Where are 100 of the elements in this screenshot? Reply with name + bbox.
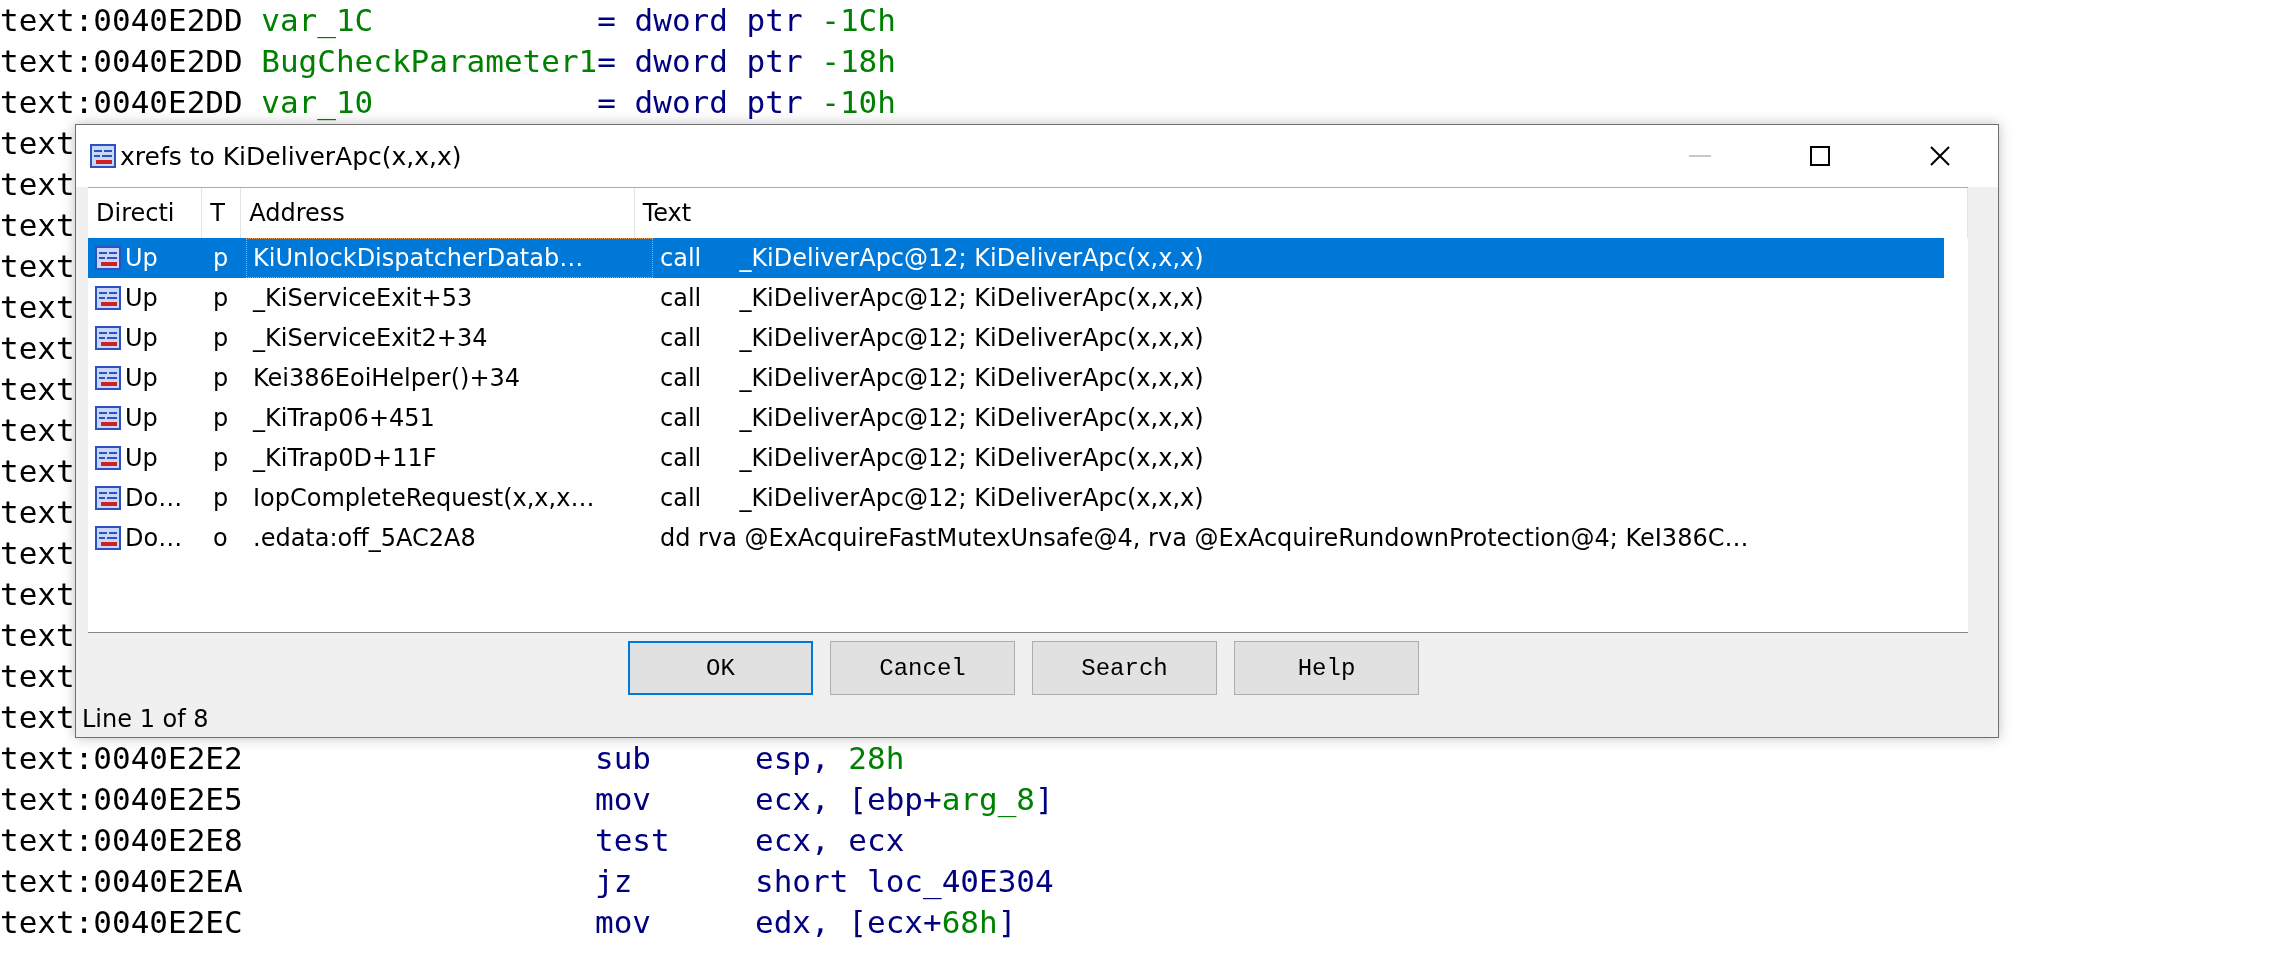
code-address: text:0040E2DD (0, 42, 244, 81)
variable-name: BugCheckParameter1 (261, 42, 598, 81)
xref-row[interactable]: Do… p IopCompleteRequest(x,x,x… call _KiDeliverApc@12; KiDeliverApc(x,x,x) (88, 478, 1944, 518)
direction-cell: Do… (125, 524, 183, 552)
code-address: text:0040E2E2 (0, 739, 244, 778)
type-cell-text: p (212, 243, 230, 274)
mnemonic: mov (595, 780, 652, 819)
direction-cell: Up (125, 284, 158, 312)
code-address: text (0, 452, 75, 491)
address-cell: KiUnlockDispatcherDatab… (246, 238, 653, 278)
code-address: text (0, 493, 75, 532)
direction-cell: Up (125, 324, 158, 352)
text-cell-text: call _KiDeliverApc@12; KiDeliverApc(x,x,x) (659, 323, 1205, 354)
variable-offset: -18h (821, 42, 896, 81)
type-cell-text: p (212, 363, 230, 394)
dialog-button[interactable]: Search (1032, 641, 1217, 695)
window-title: xrefs to KiDeliverApc(x,x,x) (120, 141, 463, 171)
type-cell-text: p (212, 403, 230, 434)
code-address: text (0, 616, 75, 655)
code-address: text:0040E2DD (0, 83, 244, 122)
address-cell-text: _KiTrap0D+11F (251, 443, 438, 474)
code-address: text (0, 370, 75, 409)
code-address: text (0, 657, 75, 696)
code-address: text (0, 575, 75, 614)
xref-icon (95, 486, 121, 510)
address-cell-text: _KiServiceExit2+34 (251, 323, 489, 354)
minimize-icon (1689, 155, 1711, 157)
mnemonic: sub (595, 739, 652, 778)
type-cell-text: p (212, 483, 230, 514)
mnemonic: jz (595, 862, 634, 901)
variable-type: = dword ptr (597, 1, 804, 40)
type-cell-text: o (212, 523, 229, 554)
mnemonic: mov (595, 903, 652, 942)
dialog-button[interactable]: OK (628, 641, 813, 695)
variable-name: var_1C (261, 1, 375, 41)
address-cell-text: _KiServiceExit+53 (251, 283, 474, 314)
xref-icon (95, 286, 121, 310)
code-address: text (0, 329, 75, 368)
xref-icon (95, 366, 121, 390)
direction-cell: Do… (125, 484, 183, 512)
mnemonic: test (595, 821, 671, 860)
code-address: text (0, 124, 75, 163)
type-cell-text: p (212, 443, 230, 474)
variable-type: = dword ptr (597, 83, 804, 122)
code-address: text (0, 698, 75, 737)
xref-row[interactable]: Up p _KiServiceExit2+34 call _KiDeliverApc@12; KiDeliverApc(x,x,x) (88, 318, 1944, 358)
xref-row[interactable]: Up p _KiTrap06+451 call _KiDeliverApc@12; KiDeliverApc(x,x,x) (88, 398, 1944, 438)
code-address: text (0, 165, 75, 204)
xref-row[interactable]: Up p _KiServiceExit+53 call _KiDeliverApc@12; KiDeliverApc(x,x,x) (88, 278, 1944, 318)
operands: short loc_40E304 (755, 862, 1054, 902)
code-address: text (0, 288, 75, 327)
code-address: text (0, 534, 75, 573)
direction-cell: Up (125, 404, 158, 432)
direction-cell: Up (125, 244, 158, 272)
xref-icon (95, 326, 121, 350)
address-cell-text: _KiTrap06+451 (251, 403, 436, 434)
xref-icon (90, 144, 116, 168)
code-address: text:0040E2EA (0, 862, 244, 901)
code-address: text (0, 247, 75, 286)
type-cell-text: p (212, 283, 230, 314)
maximize-icon (1810, 146, 1830, 166)
xref-row[interactable]: Up p Kei386EoiHelper()+34 call _KiDeliverApc@12; KiDeliverApc(x,x,x) (88, 358, 1944, 398)
direction-cell: Up (125, 364, 158, 392)
xref-row[interactable]: Up p _KiTrap0D+11F call _KiDeliverApc@12; KiDeliverApc(x,x,x) (88, 438, 1944, 478)
text-cell-text: call _KiDeliverApc@12; KiDeliverApc(x,x,x) (659, 403, 1205, 434)
xref-icon (95, 446, 121, 470)
status-text: Line 1 of 8 (81, 704, 210, 733)
code-address: text:0040E2E5 (0, 780, 244, 819)
direction-cell: Up (125, 444, 158, 472)
variable-offset: -10h (821, 83, 896, 122)
operands: ecx, ecx (755, 821, 905, 860)
type-cell-text: p (212, 323, 230, 354)
xref-row[interactable]: Do… o .edata:off_5AC2A8 dd rva @ExAcquireFastMutexUnsafe@4, rva @ExAcquireRundownProtection@4; KeI386C… (88, 518, 1944, 558)
xref-icon (95, 246, 121, 270)
text-cell-text: call _KiDeliverApc@12; KiDeliverApc(x,x,x) (659, 243, 1205, 274)
address-cell-text: IopCompleteRequest(x,x,x… (252, 483, 596, 514)
dialog-button[interactable]: Help (1234, 641, 1419, 695)
code-address: text:0040E2EC (0, 903, 244, 942)
address-cell-text: Kei386EoiHelper()+34 (252, 363, 522, 394)
operands: edx, [ecx+68h] (755, 903, 1017, 942)
xref-row[interactable]: Up p KiUnlockDispatcherDatab… call _KiDeliverApc@12; KiDeliverApc(x,x,x) (88, 238, 1944, 278)
xref-icon (95, 406, 121, 430)
close-icon (1930, 146, 1950, 166)
code-address: text (0, 411, 75, 450)
text-cell-text: dd rva @ExAcquireFastMutexUnsafe@4, rva @ExAcquireRundownProtection@4; KeI386C… (659, 523, 1750, 554)
xref-icon (95, 526, 121, 550)
operands: esp, 28h (755, 739, 905, 778)
variable-name: var_10 (261, 83, 375, 123)
text-cell-text: call _KiDeliverApc@12; KiDeliverApc(x,x,x) (659, 483, 1205, 514)
dialog-button[interactable]: Cancel (830, 641, 1015, 695)
address-cell-text: .edata:off_5AC2A8 (252, 523, 477, 554)
code-address: text (0, 206, 75, 245)
variable-offset: -1Ch (821, 1, 896, 40)
code-address: text:0040E2DD (0, 1, 244, 40)
variable-type: = dword ptr (597, 42, 804, 81)
text-cell-text: call _KiDeliverApc@12; KiDeliverApc(x,x,x) (659, 443, 1205, 474)
text-cell-text: call _KiDeliverApc@12; KiDeliverApc(x,x,x) (659, 363, 1205, 394)
operands: ecx, [ebp+arg_8] (755, 780, 1054, 820)
code-address: text:0040E2E8 (0, 821, 244, 860)
text-cell-text: call _KiDeliverApc@12; KiDeliverApc(x,x,x) (659, 283, 1205, 314)
